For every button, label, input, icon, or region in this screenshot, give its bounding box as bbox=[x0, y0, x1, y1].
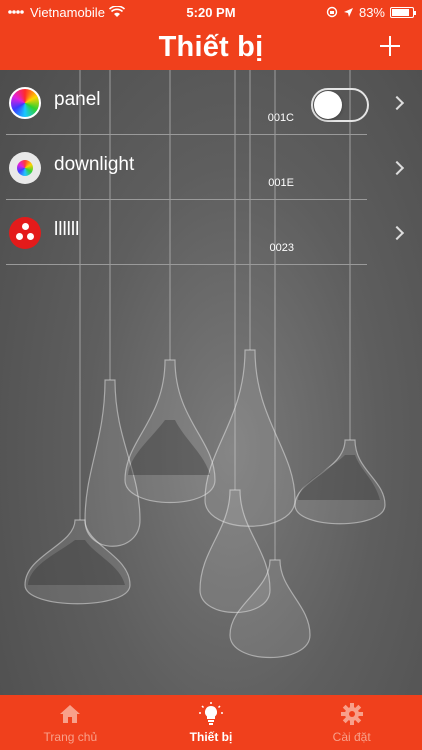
toggle-knob bbox=[314, 91, 342, 119]
home-icon bbox=[60, 705, 81, 723]
chevron-right-icon bbox=[389, 160, 405, 176]
gear-icon bbox=[340, 703, 363, 725]
rotation-lock-icon bbox=[326, 6, 338, 18]
tab-settings[interactable]: Cài đặt bbox=[281, 695, 422, 750]
nav-bar: Thiết bị bbox=[0, 24, 422, 70]
device-id: 0023 bbox=[269, 242, 294, 254]
location-arrow-icon bbox=[343, 7, 353, 17]
rgb-panel-icon bbox=[9, 87, 41, 119]
three-dot-light-icon bbox=[9, 217, 41, 249]
chevron-right-icon bbox=[389, 225, 405, 241]
chevron-right-icon bbox=[389, 95, 405, 111]
page-title: Thiết bị bbox=[158, 30, 264, 63]
tab-bar: Trang chủ Thiết bị Cài đặt bbox=[0, 695, 422, 750]
wifi-icon bbox=[108, 6, 125, 17]
tab-label: Cài đặt bbox=[332, 730, 371, 744]
tab-label: Thiết bị bbox=[189, 730, 233, 744]
device-id: 001C bbox=[267, 112, 294, 124]
device-name: downlight bbox=[54, 154, 135, 175]
tab-home[interactable]: Trang chủ bbox=[0, 695, 141, 750]
add-device-button[interactable] bbox=[374, 30, 406, 62]
tab-label: Trang chủ bbox=[43, 730, 98, 744]
divider bbox=[6, 264, 367, 265]
device-name: llllll bbox=[54, 219, 80, 240]
device-row[interactable]: llllll 0023 bbox=[0, 200, 422, 265]
carrier-name: Vietnamobile bbox=[30, 4, 105, 20]
device-row[interactable]: panel 001C bbox=[0, 70, 422, 135]
device-row[interactable]: downlight 001E bbox=[0, 135, 422, 200]
battery-percent: 83% bbox=[358, 4, 385, 20]
battery-icon bbox=[390, 6, 416, 18]
tab-devices[interactable]: Thiết bị bbox=[141, 695, 282, 750]
device-name: panel bbox=[54, 89, 101, 110]
rgb-downlight-icon bbox=[9, 152, 41, 184]
device-id: 001E bbox=[268, 177, 294, 189]
power-toggle[interactable] bbox=[311, 88, 369, 122]
signal-icon bbox=[8, 10, 24, 14]
device-list: panel 001C downlight 001E llllll 0023 bbox=[0, 70, 422, 265]
bulb-icon bbox=[199, 702, 223, 725]
status-bar: Vietnamobile 5:20 PM 83% bbox=[0, 0, 422, 24]
